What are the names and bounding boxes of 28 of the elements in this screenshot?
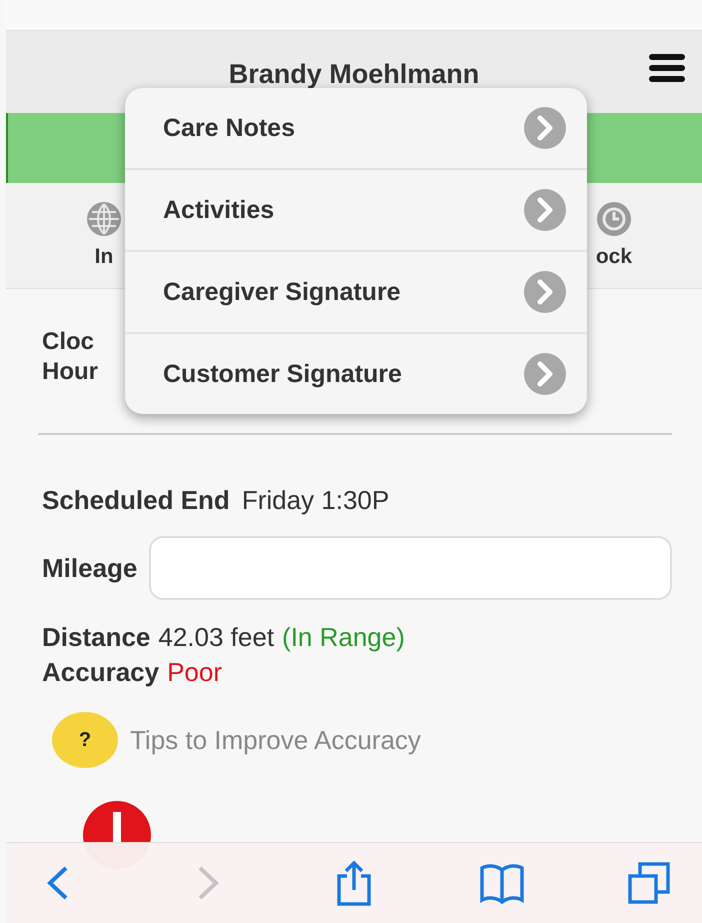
header-title: Brandy Moehlmann	[228, 58, 480, 90]
menu-item[interactable]: Activities	[125, 168, 587, 250]
menu-item[interactable]: Caregiver Signature	[125, 250, 587, 332]
toolbar-button[interactable]	[626, 860, 672, 906]
globe-icon	[86, 201, 122, 237]
menu-icon[interactable]	[648, 53, 686, 83]
field-label: Accuracy	[42, 657, 160, 688]
mileage-field[interactable]	[149, 536, 672, 600]
menu-item[interactable]: Customer Signature	[125, 332, 587, 414]
accuracy-value: Poor	[167, 657, 222, 688]
field-value: 42.03 feet	[158, 622, 274, 653]
range-status: (In Range)	[282, 622, 405, 653]
help-icon[interactable]: ?	[52, 712, 118, 768]
chevron-icon	[523, 188, 567, 232]
clock-icon	[596, 201, 632, 237]
field-label: Cloc	[42, 327, 94, 357]
field-value: Friday 1:30P	[242, 485, 390, 516]
tabs-icon	[626, 860, 672, 906]
menu-item[interactable]: Care Notes	[125, 88, 587, 168]
chevron-icon	[523, 352, 567, 396]
tab[interactable]: In	[86, 201, 122, 288]
chevron-icon	[523, 270, 567, 314]
tab[interactable]: ock	[596, 201, 632, 288]
field-label: Hour	[42, 357, 98, 387]
field-label: Scheduled End	[42, 485, 230, 516]
field-label: Mileage	[42, 552, 138, 584]
chevron-icon	[523, 106, 567, 150]
field-label: Distance	[42, 622, 150, 653]
